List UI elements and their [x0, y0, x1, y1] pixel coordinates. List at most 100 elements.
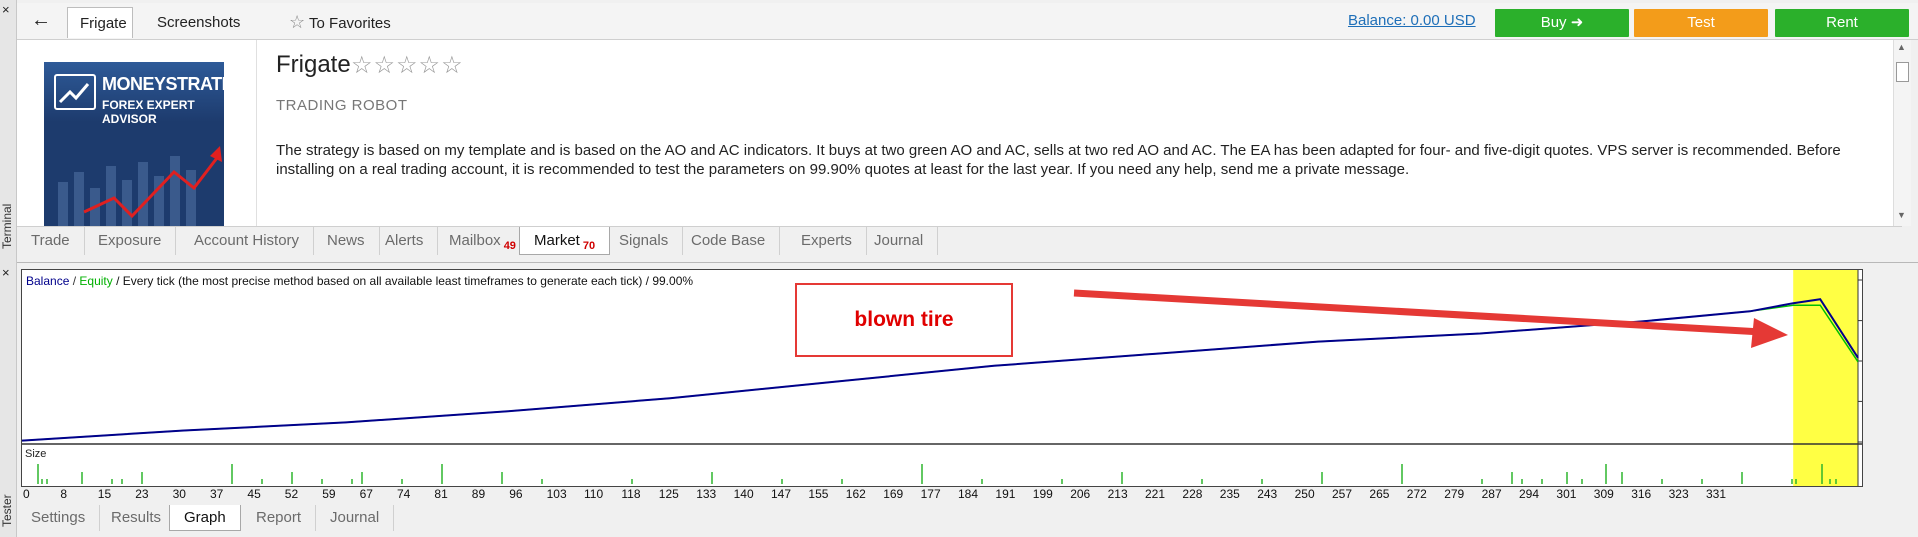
- x-tick-label: 331: [1706, 487, 1727, 501]
- tab-mailbox[interactable]: Mailbox 49: [435, 227, 531, 255]
- legend-balance: Balance: [26, 274, 70, 288]
- chart-logo-icon: [58, 83, 90, 104]
- x-tick-label: 133: [696, 487, 717, 501]
- tab-favorites[interactable]: ☆ To Favorites: [277, 7, 403, 38]
- x-tick-label: 316: [1631, 487, 1652, 501]
- market-toolbar: ← Frigate Screenshots ☆ To Favorites Bal…: [17, 3, 1918, 40]
- tab-journal[interactable]: Journal: [860, 227, 939, 255]
- x-tick-label: 265: [1369, 487, 1390, 501]
- tab-trade[interactable]: Trade: [17, 227, 85, 255]
- x-tick-label: 59: [322, 487, 336, 501]
- product-title: Frigate: [276, 51, 351, 78]
- x-tick-label: 15: [97, 487, 112, 501]
- x-tick-label: 45: [247, 487, 261, 501]
- tab-frigate[interactable]: Frigate: [67, 7, 133, 38]
- x-tick-label: 67: [359, 487, 373, 501]
- tab-screenshots[interactable]: Screenshots: [145, 7, 252, 38]
- x-tick-label: 301: [1556, 487, 1577, 501]
- x-tick-label: 147: [771, 487, 792, 501]
- close-tester-icon[interactable]: ×: [2, 266, 10, 279]
- tab-account-history[interactable]: Account History: [180, 227, 315, 255]
- x-tick-label: 279: [1444, 487, 1465, 501]
- tester-label: Tester: [0, 494, 14, 528]
- annotation-arrow: [1073, 289, 1763, 336]
- terminal-tabs: Trade Exposure Account History News Aler…: [17, 227, 1918, 255]
- annotation-text: blown tire: [854, 308, 954, 331]
- x-tick-label: 155: [808, 487, 829, 501]
- x-tick-label: 23: [135, 487, 149, 501]
- graph-header: Balance / Equity / Every tick (the most …: [26, 274, 694, 288]
- product-panel: MONEYSTRATEGY FOREX EXPERT ADVISOR Friga…: [17, 40, 1902, 227]
- legend-equity: Equity: [79, 274, 113, 288]
- balance-link[interactable]: Balance: 0.00 USD: [1348, 12, 1476, 29]
- tab-graph[interactable]: Graph: [169, 505, 241, 531]
- product-scrollbar[interactable]: ▲ ▼: [1893, 40, 1911, 226]
- product-subtitle: TRADING ROBOT: [276, 97, 408, 114]
- x-tick-label: 191: [995, 487, 1016, 501]
- arrow-right-icon: ➜: [1570, 14, 1584, 31]
- x-tick-label: 74: [397, 487, 411, 501]
- back-arrow-icon[interactable]: ←: [31, 8, 51, 32]
- x-tick-label: 125: [658, 487, 679, 501]
- x-tick-label: 206: [1070, 487, 1091, 501]
- size-label: Size: [25, 448, 47, 460]
- tab-settings[interactable]: Settings: [17, 505, 101, 531]
- tab-experts[interactable]: Experts: [787, 227, 867, 255]
- close-terminal-icon[interactable]: ×: [2, 3, 10, 16]
- tab-tester-journal[interactable]: Journal: [316, 505, 395, 531]
- annotation-arrowhead: [1751, 318, 1788, 348]
- x-tick-label: 96: [509, 487, 523, 501]
- terminal-label: Terminal: [0, 203, 14, 249]
- x-tick-label: 162: [845, 487, 866, 501]
- tab-results[interactable]: Results: [97, 505, 177, 531]
- tab-news[interactable]: News: [313, 227, 380, 255]
- x-tick-label: 177: [920, 487, 941, 501]
- tab-market[interactable]: Market 70: [519, 227, 611, 255]
- x-tick-label: 257: [1332, 487, 1353, 501]
- x-tick-label: 250: [1294, 487, 1315, 501]
- tab-exposure[interactable]: Exposure: [84, 227, 177, 255]
- x-tick-label: 0: [23, 487, 30, 501]
- scroll-up-icon[interactable]: ▲: [1897, 42, 1906, 52]
- x-tick-label: 8: [60, 487, 68, 501]
- tester-tabs: Settings Results Graph Report Journal: [17, 505, 1918, 533]
- product-description: The strategy is based on my template and…: [276, 142, 1841, 178]
- x-tick-label: 110: [584, 487, 604, 501]
- rating-stars-icon[interactable]: ☆☆☆☆☆: [351, 51, 464, 80]
- x-tick-label: 184: [958, 487, 979, 501]
- x-tick-label: 103: [546, 487, 567, 501]
- x-tick-label: 89: [471, 487, 486, 501]
- x-tick-label: 294: [1519, 487, 1540, 501]
- tab-code-base[interactable]: Code Base: [677, 227, 781, 255]
- annotation-box: blown tire: [795, 283, 1013, 357]
- x-tick-label: 309: [1593, 487, 1614, 501]
- x-tick-label: 323: [1668, 487, 1689, 501]
- scroll-thumb[interactable]: [1896, 62, 1909, 82]
- test-method-text: / Every tick (the most precise method ba…: [112, 274, 694, 288]
- x-tick-label: 52: [284, 487, 299, 501]
- x-tick-label: 199: [1032, 487, 1053, 501]
- x-tick-label: 37: [210, 487, 224, 501]
- tab-alerts[interactable]: Alerts: [371, 227, 439, 255]
- x-tick-label: 228: [1182, 487, 1203, 501]
- tab-report[interactable]: Report: [242, 505, 317, 531]
- rent-button[interactable]: Rent: [1775, 9, 1909, 37]
- star-outline-icon: ☆: [289, 12, 306, 32]
- product-logo: MONEYSTRATEGY FOREX EXPERT ADVISOR: [44, 62, 224, 226]
- x-tick-label: 140: [733, 487, 754, 501]
- scroll-down-icon[interactable]: ▼: [1897, 210, 1906, 220]
- test-button[interactable]: Test: [1634, 9, 1768, 37]
- x-tick-label: 287: [1481, 487, 1502, 501]
- x-tick-label: 169: [883, 487, 904, 501]
- side-panel: × Terminal × Tester: [0, 0, 17, 537]
- x-tick-label: 30: [172, 487, 186, 501]
- x-tick-label: 243: [1257, 487, 1278, 501]
- x-tick-label: 272: [1406, 487, 1427, 501]
- x-tick-label: 81: [434, 487, 448, 501]
- x-tick-label: 221: [1145, 487, 1166, 501]
- x-tick-label: 235: [1219, 487, 1240, 501]
- tester-graph: 12651064864664463 Balance / Equity / Eve…: [21, 269, 1863, 487]
- buy-button[interactable]: Buy ➜: [1495, 9, 1629, 37]
- x-tick-label: 213: [1107, 487, 1128, 501]
- tab-signals[interactable]: Signals: [605, 227, 684, 255]
